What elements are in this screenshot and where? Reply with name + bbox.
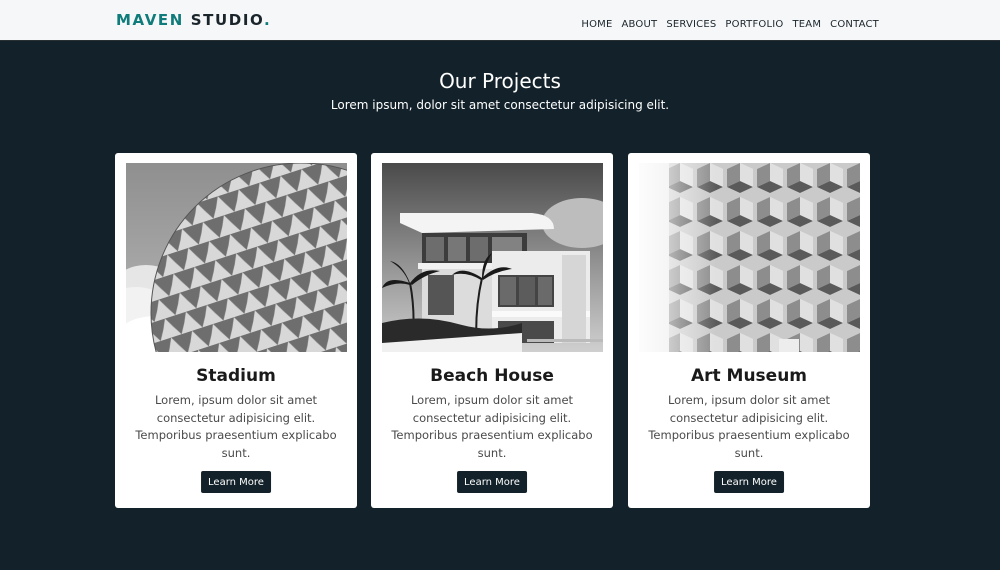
card-title: Beach House (430, 366, 554, 386)
card-text: Lorem, ipsum dolor sit amet consectetur … (648, 393, 850, 460)
geodesic-sphere-photo (126, 163, 347, 352)
project-card-beach-house: Beach House Lorem, ipsum dolor sit amet … (371, 153, 613, 508)
project-card-art-museum: Art Museum Lorem, ipsum dolor sit amet c… (628, 153, 870, 508)
section-subtitle: Lorem ipsum, dolor sit amet consectetur … (330, 98, 670, 112)
nav-link-services[interactable]: SERVICES (666, 19, 716, 30)
brand-name-part2: STUDIO (183, 11, 265, 29)
card-text: Lorem, ipsum dolor sit amet consectetur … (391, 393, 593, 460)
learn-more-button[interactable]: Learn More (457, 471, 527, 493)
nav-link-team[interactable]: TEAM (792, 19, 821, 30)
honeycomb-facade-photo (639, 163, 860, 352)
nav-item-contact: CONTACT (830, 14, 879, 32)
section-title: Our Projects (439, 69, 561, 93)
nav-link-home[interactable]: HOME (581, 19, 612, 30)
beach-house-image (382, 163, 603, 352)
nav-link-contact[interactable]: CONTACT (830, 19, 879, 30)
main-nav: HOME ABOUT SERVICES PORTFOLIO TEAM CONTA… (581, 14, 879, 32)
learn-more-button[interactable]: Learn More (201, 471, 271, 493)
nav-item-portfolio: PORTFOLIO (725, 14, 783, 32)
card-title: Stadium (196, 366, 276, 386)
learn-more-button[interactable]: Learn More (714, 471, 784, 493)
stadium-image (126, 163, 347, 352)
card-title: Art Museum (690, 366, 808, 386)
nav-link-about[interactable]: ABOUT (621, 19, 657, 30)
nav-item-team: TEAM (792, 14, 821, 32)
modern-house-photo (382, 163, 603, 352)
brand-dot: . (264, 11, 272, 29)
navbar: MAVEN STUDIO. HOME ABOUT SERVICES PORTFO… (0, 0, 1000, 41)
brand-name-part1: MAVEN (116, 11, 184, 29)
nav-item-about: ABOUT (621, 14, 657, 32)
project-card-stadium: Stadium Lorem, ipsum dolor sit amet cons… (115, 153, 357, 508)
card-text: Lorem, ipsum dolor sit amet consectetur … (135, 393, 337, 460)
nav-item-home: HOME (581, 14, 612, 32)
brand-logo[interactable]: MAVEN STUDIO. (116, 11, 271, 29)
nav-link-portfolio[interactable]: PORTFOLIO (725, 19, 783, 30)
nav-item-services: SERVICES (666, 14, 716, 32)
art-museum-image (639, 163, 860, 352)
